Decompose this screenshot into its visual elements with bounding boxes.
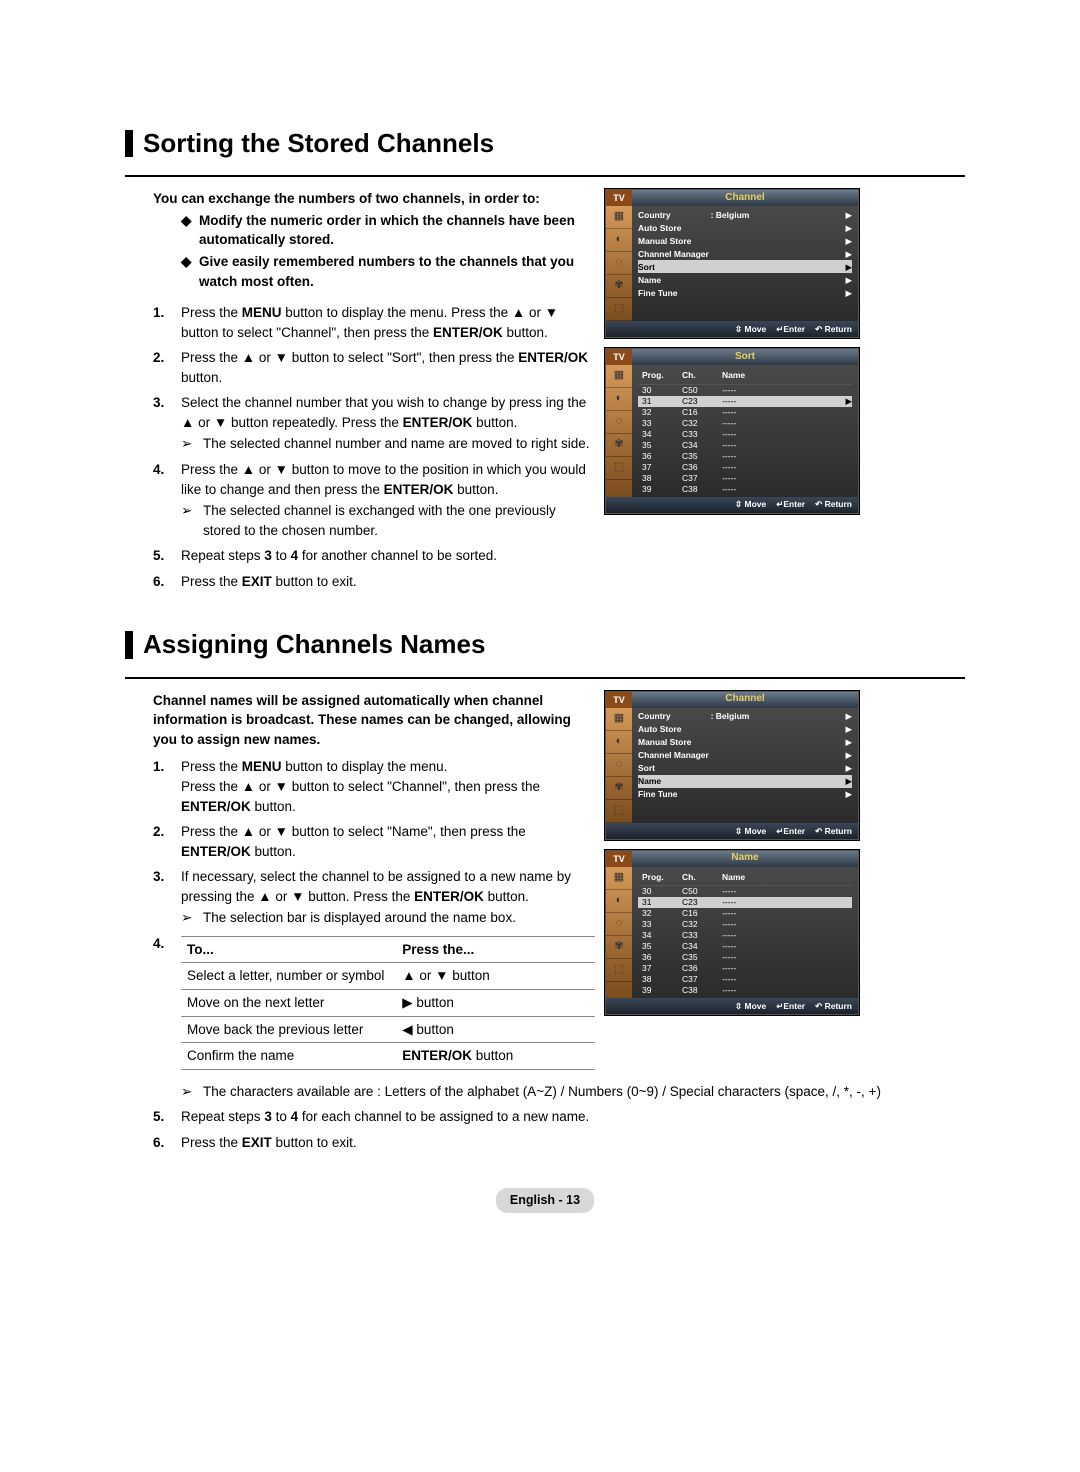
bullet-text: Modify the numeric order in which the ch… [199, 211, 595, 250]
assigning-illustrations: TVChannel ▦◐◌✾⬚ Country: Belgium▶ Auto S… [605, 691, 870, 1025]
sub-arrow-icon: ➢ [181, 434, 203, 454]
section-sorting-body: You can exchange the numbers of two chan… [125, 189, 965, 597]
sorting-steps: 1.Press the MENU button to display the m… [125, 303, 595, 591]
step-4: To...Press the... Select a letter, numbe… [181, 934, 595, 1070]
step-1: Press the MENU button to display the men… [181, 303, 595, 342]
diamond-icon: ◆ [181, 211, 199, 250]
step-5: Repeat steps 3 to 4 for another channel … [181, 546, 595, 566]
section-assigning-body: Channel names will be assigned automatic… [125, 691, 965, 1076]
sub-arrow-icon: ➢ [181, 1082, 203, 1102]
sorting-intro: You can exchange the numbers of two chan… [125, 189, 595, 209]
letter-action-table: To...Press the... Select a letter, numbe… [181, 936, 595, 1070]
sorting-bullets: ◆Modify the numeric order in which the c… [125, 211, 595, 291]
step-5: Repeat steps 3 to 4 for each channel to … [181, 1107, 965, 1127]
step-3: Select the channel number that you wish … [181, 393, 595, 454]
assigning-text: Channel names will be assigned automatic… [125, 691, 605, 1076]
step-1: Press the MENU button to display the men… [181, 757, 595, 816]
diamond-icon: ◆ [181, 252, 199, 291]
step-6: Press the EXIT button to exit. [181, 572, 595, 592]
sub-text: The characters available are : Letters o… [203, 1082, 881, 1102]
sub-text: The selected channel is exchanged with t… [203, 501, 595, 540]
heading-assigning: Assigning Channels Names [125, 631, 965, 658]
manual-page: Sorting the Stored Channels You can exch… [0, 0, 1080, 1472]
assigning-intro: Channel names will be assigned automatic… [125, 691, 595, 750]
step-3: If necessary, select the channel to be a… [181, 867, 595, 928]
sub-text: The selected channel number and name are… [203, 434, 589, 454]
osd-title: Channel [632, 191, 858, 206]
step-2: Press the ▲ or ▼ button to select "Sort"… [181, 348, 595, 387]
bullet-text: Give easily remembered numbers to the ch… [199, 252, 595, 291]
sub-text: The selection bar is displayed around th… [203, 908, 516, 928]
osd-channel-menu: TVChannel ▦◐◌✾⬚ Country: Belgium▶ Auto S… [605, 189, 859, 338]
page-number-badge: English - 13 [496, 1188, 594, 1212]
osd-name-list: TVName ▦◐◌✾⬚ Prog.Ch.Name 30C50----- 31C… [605, 850, 859, 1015]
sorting-text: You can exchange the numbers of two chan… [125, 189, 605, 597]
osd-sort-list: TVSort ▦◐◌✾⬚ Prog.Ch.Name 30C50----- 31C… [605, 348, 859, 513]
osd-channel-menu-name: TVChannel ▦◐◌✾⬚ Country: Belgium▶ Auto S… [605, 691, 859, 840]
sorting-illustrations: TVChannel ▦◐◌✾⬚ Country: Belgium▶ Auto S… [605, 189, 870, 523]
sub-arrow-icon: ➢ [181, 908, 203, 928]
page-footer: English - 13 [125, 1188, 965, 1212]
assigning-steps-cont: ➢The characters available are : Letters … [125, 1080, 965, 1153]
heading-sorting: Sorting the Stored Channels [125, 130, 965, 157]
step-4: Press the ▲ or ▼ button to move to the p… [181, 460, 595, 540]
separator [125, 175, 965, 177]
osd-tv-label: TV [606, 190, 632, 206]
assigning-steps: 1.Press the MENU button to display the m… [125, 757, 595, 1069]
separator [125, 677, 965, 679]
osd-sidebar: ▦◐◌✾⬚ [606, 206, 632, 321]
sub-arrow-icon: ➢ [181, 501, 203, 540]
step-6: Press the EXIT button to exit. [181, 1133, 965, 1153]
step-2: Press the ▲ or ▼ button to select "Name"… [181, 822, 595, 861]
